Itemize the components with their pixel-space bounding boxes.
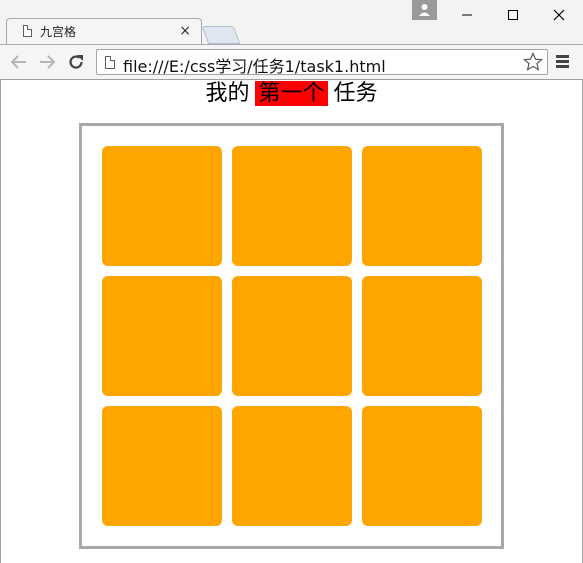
close-icon xyxy=(553,9,565,21)
minimize-icon xyxy=(462,14,472,16)
profile-button[interactable] xyxy=(412,0,437,20)
arrow-right-icon xyxy=(40,55,56,69)
nine-grid-container xyxy=(79,123,504,549)
browser-toolbar: file:///E:/css学习/任务1/task1.html xyxy=(0,44,583,80)
grid-cell xyxy=(102,276,222,396)
heading-text-start: 我的 xyxy=(205,81,250,106)
grid-cell xyxy=(362,276,482,396)
browser-tab[interactable]: 九宫格 × xyxy=(6,18,202,44)
forward-button[interactable] xyxy=(37,52,57,72)
url-text: file:///E:/css学习/任务1/task1.html xyxy=(123,57,386,76)
hamburger-icon xyxy=(556,55,569,58)
heading-text-end: 任务 xyxy=(333,81,378,106)
close-window-button[interactable] xyxy=(536,0,582,30)
address-bar[interactable]: file:///E:/css学习/任务1/task1.html xyxy=(96,49,548,76)
grid-cell xyxy=(232,146,352,266)
page-icon xyxy=(23,25,32,37)
maximize-button[interactable] xyxy=(490,0,536,30)
title-bar: 九宫格 × xyxy=(0,0,583,44)
new-tab-button[interactable] xyxy=(201,26,241,44)
star-icon xyxy=(522,52,544,71)
reload-icon xyxy=(69,55,83,69)
heading-highlight: 第一个 xyxy=(255,81,328,106)
back-button[interactable] xyxy=(9,52,29,72)
grid-cell xyxy=(362,406,482,526)
grid-cell xyxy=(102,146,222,266)
tab-title: 九宫格 xyxy=(40,25,77,39)
grid-cell xyxy=(362,146,482,266)
grid-cell xyxy=(232,406,352,526)
grid-cell xyxy=(102,406,222,526)
page-heading: 我的 第一个 任务 xyxy=(1,80,582,108)
arrow-left-icon xyxy=(10,55,26,69)
close-tab-icon[interactable]: × xyxy=(179,23,191,39)
grid-cell xyxy=(232,276,352,396)
maximize-icon xyxy=(508,10,518,20)
person-icon xyxy=(419,4,430,16)
page-viewport: 我的 第一个 任务 xyxy=(0,80,583,563)
minimize-button[interactable] xyxy=(444,0,490,30)
page-icon xyxy=(105,56,115,69)
reload-button[interactable] xyxy=(66,52,86,72)
menu-button[interactable] xyxy=(556,55,570,71)
bookmark-button[interactable] xyxy=(522,52,544,72)
